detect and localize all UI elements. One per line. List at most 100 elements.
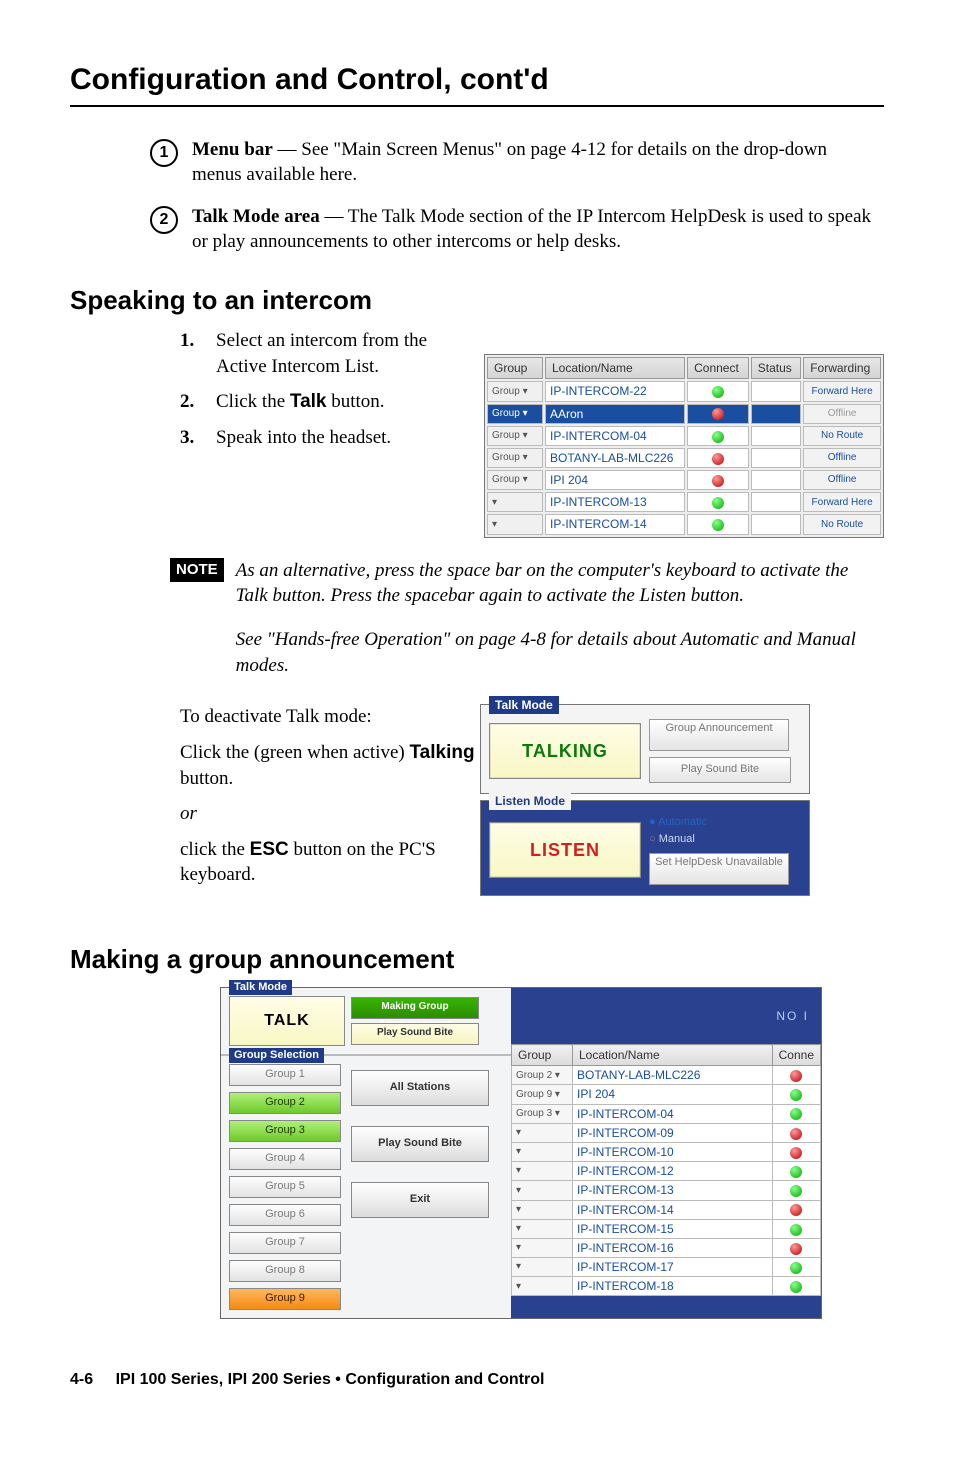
all-stations-button[interactable]: All Stations bbox=[351, 1070, 489, 1106]
group-cell[interactable]: ▾ bbox=[512, 1238, 573, 1257]
group-cell[interactable]: ▾ bbox=[512, 1123, 573, 1142]
name-cell[interactable]: IPI 204 bbox=[573, 1085, 773, 1104]
group-button[interactable]: Group 4 bbox=[229, 1148, 341, 1170]
set-helpdesk-unavailable-button[interactable]: Set HelpDesk Unavailable bbox=[649, 853, 789, 885]
group-button[interactable]: Group 2 bbox=[229, 1092, 341, 1114]
group-button[interactable]: Group 5 bbox=[229, 1176, 341, 1198]
forward-cell[interactable]: No Route bbox=[803, 514, 881, 534]
group-cell[interactable]: Group ▾ bbox=[487, 470, 543, 490]
ga-talk-button[interactable]: TALK bbox=[229, 996, 345, 1046]
name-cell[interactable]: IP-INTERCOM-12 bbox=[573, 1162, 773, 1181]
table-row[interactable]: ▾ IP-INTERCOM-14 No Route bbox=[487, 514, 881, 534]
table-row[interactable]: Group 3 ▾ IP-INTERCOM-04 bbox=[512, 1104, 821, 1123]
listen-mode-box: Listen Mode LISTEN Automatic Manual Set … bbox=[480, 800, 810, 896]
name-cell[interactable]: IP-INTERCOM-04 bbox=[573, 1104, 773, 1123]
group-cell[interactable]: ▾ bbox=[512, 1258, 573, 1277]
forward-cell[interactable]: Forward Here bbox=[803, 492, 881, 512]
group-cell[interactable]: ▾ bbox=[512, 1200, 573, 1219]
table-row[interactable]: Group ▾ AAron Offline bbox=[487, 404, 881, 424]
th-status[interactable]: Status bbox=[751, 357, 801, 379]
name-cell[interactable]: BOTANY-LAB-MLC226 bbox=[573, 1066, 773, 1085]
th-group[interactable]: Group bbox=[487, 357, 543, 379]
play-sound-bite-button-3[interactable]: Play Sound Bite bbox=[351, 1126, 489, 1162]
th-group[interactable]: Group bbox=[512, 1045, 573, 1066]
group-button[interactable]: Group 7 bbox=[229, 1232, 341, 1254]
name-cell[interactable]: AAron bbox=[545, 404, 685, 424]
group-cell[interactable]: Group ▾ bbox=[487, 404, 543, 424]
name-cell[interactable]: IP-INTERCOM-14 bbox=[545, 514, 685, 534]
play-sound-bite-button-2[interactable]: Play Sound Bite bbox=[351, 1023, 479, 1045]
table-row[interactable]: Group 9 ▾ IPI 204 bbox=[512, 1085, 821, 1104]
name-cell[interactable]: IP-INTERCOM-09 bbox=[573, 1123, 773, 1142]
play-sound-bite-button[interactable]: Play Sound Bite bbox=[649, 757, 791, 783]
th-connect[interactable]: Connect bbox=[687, 357, 749, 379]
group-cell[interactable]: ▾ bbox=[512, 1142, 573, 1161]
table-row[interactable]: Group ▾ BOTANY-LAB-MLC226 Offline bbox=[487, 448, 881, 468]
forward-cell[interactable]: No Route bbox=[803, 426, 881, 446]
exit-button[interactable]: Exit bbox=[351, 1182, 489, 1218]
name-cell[interactable]: IP-INTERCOM-18 bbox=[573, 1277, 773, 1296]
table-row[interactable]: Group ▾ IP-INTERCOM-04 No Route bbox=[487, 426, 881, 446]
forward-cell[interactable]: Offline bbox=[803, 404, 881, 424]
group-cell[interactable]: Group ▾ bbox=[487, 448, 543, 468]
name-cell[interactable]: IP-INTERCOM-16 bbox=[573, 1238, 773, 1257]
table-row[interactable]: ▾ IP-INTERCOM-10 bbox=[512, 1142, 821, 1161]
forward-cell[interactable]: Forward Here bbox=[803, 381, 881, 401]
group-announcement-button[interactable]: Group Announcement bbox=[649, 719, 789, 751]
table-row[interactable]: ▾ IP-INTERCOM-16 bbox=[512, 1238, 821, 1257]
table-row[interactable]: Group ▾ IPI 204 Offline bbox=[487, 470, 881, 490]
group-button[interactable]: Group 6 bbox=[229, 1204, 341, 1226]
group-cell[interactable]: ▾ bbox=[512, 1162, 573, 1181]
group-cell[interactable]: Group ▾ bbox=[487, 381, 543, 401]
name-cell[interactable]: BOTANY-LAB-MLC226 bbox=[545, 448, 685, 468]
listen-button[interactable]: LISTEN bbox=[489, 822, 641, 878]
talk-word: Talk bbox=[290, 391, 327, 412]
group-cell[interactable]: Group 3 ▾ bbox=[512, 1104, 573, 1123]
talking-button[interactable]: TALKING bbox=[489, 723, 641, 779]
making-group-announcement-button[interactable]: Making Group Announcement bbox=[351, 997, 479, 1019]
th-forward[interactable]: Forwarding bbox=[803, 357, 881, 379]
ga-right-panel: NO I Group Location/Name Conne Group 2 ▾… bbox=[511, 988, 821, 1318]
group-cell[interactable]: Group 9 ▾ bbox=[512, 1085, 573, 1104]
table-row[interactable]: ▾ IP-INTERCOM-17 bbox=[512, 1258, 821, 1277]
table-row[interactable]: Group ▾ IP-INTERCOM-22 Forward Here bbox=[487, 381, 881, 401]
forward-cell[interactable]: Offline bbox=[803, 470, 881, 490]
forward-cell[interactable]: Offline bbox=[803, 448, 881, 468]
group-button[interactable]: Group 3 bbox=[229, 1120, 341, 1142]
group-cell[interactable]: ▾ bbox=[512, 1277, 573, 1296]
table-row[interactable]: ▾ IP-INTERCOM-12 bbox=[512, 1162, 821, 1181]
item-text: Menu bar — See "Main Screen Menus" on pa… bbox=[192, 137, 874, 188]
th-locname[interactable]: Location/Name bbox=[545, 357, 685, 379]
table-row[interactable]: ▾ IP-INTERCOM-09 bbox=[512, 1123, 821, 1142]
name-cell[interactable]: IP-INTERCOM-04 bbox=[545, 426, 685, 446]
connect-cell bbox=[772, 1277, 820, 1296]
name-cell[interactable]: IP-INTERCOM-13 bbox=[545, 492, 685, 512]
group-button[interactable]: Group 9 bbox=[229, 1288, 341, 1310]
group-cell[interactable]: Group 2 ▾ bbox=[512, 1066, 573, 1085]
name-cell[interactable]: IP-INTERCOM-22 bbox=[545, 381, 685, 401]
group-cell[interactable]: Group ▾ bbox=[487, 426, 543, 446]
table-row[interactable]: ▾ IP-INTERCOM-13 Forward Here bbox=[487, 492, 881, 512]
group-button[interactable]: Group 1 bbox=[229, 1064, 341, 1086]
name-cell[interactable]: IP-INTERCOM-10 bbox=[573, 1142, 773, 1161]
table-row[interactable]: ▾ IP-INTERCOM-14 bbox=[512, 1200, 821, 1219]
group-cell[interactable]: ▾ bbox=[512, 1219, 573, 1238]
table-row[interactable]: ▾ IP-INTERCOM-15 bbox=[512, 1219, 821, 1238]
name-cell[interactable]: IP-INTERCOM-13 bbox=[573, 1181, 773, 1200]
table-row[interactable]: ▾ IP-INTERCOM-18 bbox=[512, 1277, 821, 1296]
auto-radio[interactable]: Automatic bbox=[649, 815, 789, 830]
table-row[interactable]: ▾ IP-INTERCOM-13 bbox=[512, 1181, 821, 1200]
name-cell[interactable]: IPI 204 bbox=[545, 470, 685, 490]
name-cell[interactable]: IP-INTERCOM-17 bbox=[573, 1258, 773, 1277]
group-cell[interactable]: ▾ bbox=[487, 492, 543, 512]
name-cell[interactable]: IP-INTERCOM-14 bbox=[573, 1200, 773, 1219]
group-button[interactable]: Group 8 bbox=[229, 1260, 341, 1282]
name-cell[interactable]: IP-INTERCOM-15 bbox=[573, 1219, 773, 1238]
manual-radio[interactable]: Manual bbox=[649, 832, 789, 847]
group-cell[interactable]: ▾ bbox=[487, 514, 543, 534]
table-row[interactable]: Group 2 ▾ BOTANY-LAB-MLC226 bbox=[512, 1066, 821, 1085]
th-conne[interactable]: Conne bbox=[772, 1045, 820, 1066]
th-locname[interactable]: Location/Name bbox=[573, 1045, 773, 1066]
group-cell[interactable]: ▾ bbox=[512, 1181, 573, 1200]
status-cell bbox=[751, 381, 801, 401]
